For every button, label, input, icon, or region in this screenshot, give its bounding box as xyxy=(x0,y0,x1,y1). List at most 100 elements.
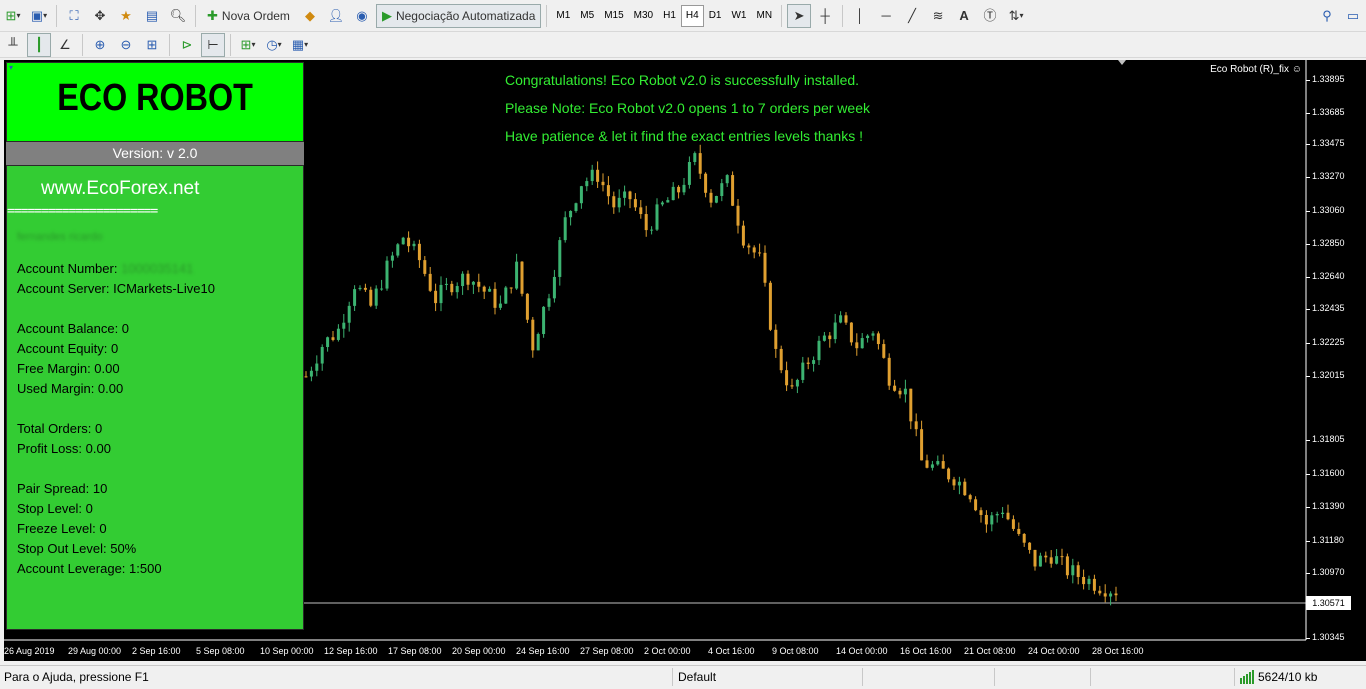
timeframe-m15[interactable]: M15 xyxy=(599,5,628,27)
candle-body xyxy=(628,191,632,200)
auto-trading-button[interactable]: ▶ Negociação Automatizada xyxy=(375,3,542,28)
panel-collapse-icon[interactable]: ▾ xyxy=(9,63,13,72)
new-order-label: Nova Ordem xyxy=(221,8,290,23)
timeframe-mn[interactable]: MN xyxy=(751,5,777,27)
candle-body xyxy=(666,200,670,203)
candle-body xyxy=(504,287,508,304)
price-tick-label: 1.30970 xyxy=(1312,567,1345,577)
price-tick-mark xyxy=(1306,507,1310,508)
fibonacci-button[interactable]: ≋ xyxy=(926,4,950,28)
robot-website: www.EcoForex.net xyxy=(41,178,200,199)
candle-body xyxy=(342,322,346,329)
candle-body xyxy=(790,385,794,387)
arrows-button[interactable]: ⇅ ▾ xyxy=(1004,4,1028,28)
price-scale[interactable]: 1.33895 1.33685 1.33475 1.33270 1.33060 1.328… xyxy=(1306,60,1366,642)
strategy-tester-button[interactable]: 🔍︎ xyxy=(166,4,190,28)
candle-body xyxy=(1055,556,1059,564)
candle-body xyxy=(725,175,729,184)
new-chart-button[interactable]: ⊞ ▾ xyxy=(1,4,25,28)
chart-window[interactable]: ▾ ECO ROBOT Version: v 2.0 www.EcoForex.… xyxy=(4,60,1366,661)
candle-body xyxy=(1092,578,1096,591)
candle-body xyxy=(1033,549,1037,567)
candle-body xyxy=(401,237,405,245)
timeframe-d1[interactable]: D1 xyxy=(704,5,727,27)
candle-body xyxy=(455,286,459,293)
timeframe-m5[interactable]: M5 xyxy=(575,5,599,27)
account-number-label: Account Number: xyxy=(17,261,118,276)
tile-windows-button[interactable]: ⊞ xyxy=(140,33,164,57)
timeframe-h1[interactable]: H1 xyxy=(658,5,681,27)
chart-shift-marker[interactable] xyxy=(1118,60,1126,65)
text-button[interactable]: A xyxy=(952,4,976,28)
candle-body xyxy=(763,252,767,283)
templates-button[interactable]: ▦ ▾ xyxy=(288,33,312,57)
price-tick-mark xyxy=(1306,638,1310,639)
autoscroll-button[interactable]: ⊳ xyxy=(175,33,199,57)
candle-body xyxy=(369,289,373,306)
market-watch-button[interactable]: ⛶ xyxy=(62,4,86,28)
bar-chart-button[interactable]: ╨ xyxy=(1,33,25,57)
vertical-line-button[interactable]: │ xyxy=(848,4,872,28)
candle-body xyxy=(752,247,756,253)
candle-body xyxy=(633,199,637,208)
timeframe-m1[interactable]: M1 xyxy=(551,5,575,27)
signals-button[interactable]: 👤︎ xyxy=(324,4,348,28)
chart-shift-button[interactable]: ⊢ xyxy=(201,32,225,57)
text-label-button[interactable]: Ⓣ xyxy=(978,4,1002,28)
used-margin: Used Margin: 0.00 xyxy=(17,381,124,396)
price-tick-mark xyxy=(1306,309,1310,310)
timeframe-h4[interactable]: H4 xyxy=(680,4,704,27)
zoom-in-button[interactable]: ⊕ xyxy=(88,33,112,57)
candle-body xyxy=(882,344,886,358)
candle-body xyxy=(434,290,438,304)
status-separator xyxy=(994,668,995,686)
message-orders-note: Please Note: Eco Robot v2.0 opens 1 to 7… xyxy=(505,100,870,116)
status-connection[interactable]: 5624/10 kb xyxy=(1240,670,1317,684)
mql5-button[interactable]: ◉ xyxy=(350,4,374,28)
horizontal-line-button[interactable]: ─ xyxy=(874,4,898,28)
cursor-button[interactable]: ➤ xyxy=(787,3,812,28)
profiles-button[interactable]: ▣ ▾ xyxy=(27,4,51,28)
candle-body xyxy=(731,175,735,206)
auto-trading-label: Negociação Automatizada xyxy=(395,8,536,23)
expert-label: Eco Robot (R)_fix ☺ xyxy=(1210,64,1302,75)
total-orders: Total Orders: 0 xyxy=(17,421,103,436)
message-patience: Have patience & let it find the exact en… xyxy=(505,128,863,144)
candle-body xyxy=(930,464,934,468)
candle-body xyxy=(509,287,513,289)
date-tick-label: 21 Oct 08:00 xyxy=(964,646,1016,656)
candle-body xyxy=(601,181,605,186)
chat-button[interactable]: ▭ xyxy=(1341,4,1365,28)
date-axis[interactable]: 26 Aug 2019 29 Aug 00:00 2 Sep 16:00 5 Sep … xyxy=(4,640,1306,661)
zoom-out-button[interactable]: ⊖ xyxy=(114,33,138,57)
line-chart-button[interactable]: ∠ xyxy=(53,33,77,57)
date-tick-label: 27 Sep 08:00 xyxy=(580,646,634,656)
data-window-button[interactable]: ✥ xyxy=(88,4,112,28)
candle-body xyxy=(515,261,519,289)
trendline-button[interactable]: ╱ xyxy=(900,4,924,28)
price-tick-mark xyxy=(1306,440,1310,441)
candle-body xyxy=(758,252,762,254)
crosshair-button[interactable]: ┼ xyxy=(813,4,837,28)
candle-body xyxy=(617,197,621,208)
navigator-button[interactable]: ★ xyxy=(114,4,138,28)
user-icon: 👤︎ xyxy=(327,8,345,23)
candle-body xyxy=(1076,565,1080,577)
timeframe-w1[interactable]: W1 xyxy=(726,5,751,27)
candlestick-button[interactable]: ┃ xyxy=(27,32,51,57)
new-order-icon: ✚ xyxy=(207,8,218,23)
candle-body xyxy=(768,282,772,330)
metaeditor-button[interactable]: ◆ xyxy=(298,4,322,28)
new-order-button[interactable]: ✚ Nova Ordem xyxy=(201,4,296,28)
search-button[interactable]: ⚲ xyxy=(1315,4,1339,28)
expert-name: Eco Robot (R)_fix xyxy=(1210,64,1289,75)
candle-body xyxy=(569,210,573,218)
candle-body xyxy=(903,388,907,395)
signal-icon: ◉ xyxy=(356,8,368,23)
candle-body xyxy=(353,289,357,306)
timeframe-m30[interactable]: M30 xyxy=(629,5,658,27)
terminal-button[interactable]: ▤ xyxy=(140,4,164,28)
periods-button[interactable]: ◷ ▾ xyxy=(262,33,286,57)
indicators-button[interactable]: ⊞ ▾ xyxy=(236,33,260,57)
price-tick-mark xyxy=(1306,474,1310,475)
